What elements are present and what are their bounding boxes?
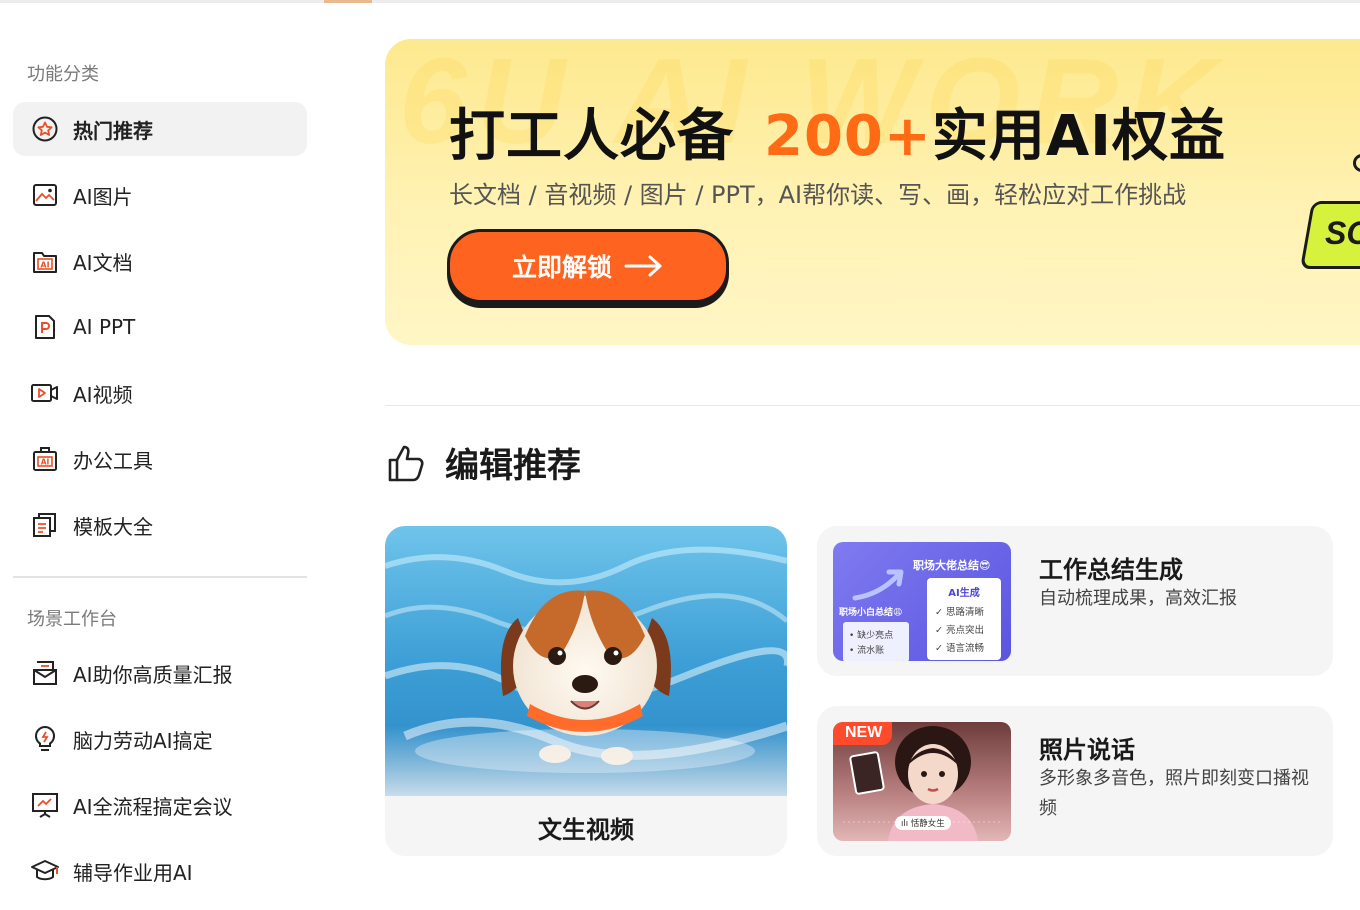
image-icon xyxy=(30,180,60,210)
thumb-small-heading: 职场小白总结😩 xyxy=(839,608,903,618)
banner-subtitle: 长文档 / 音视频 / 图片 / PPT，AI帮你读、写、画，轻松应对工作挑战 xyxy=(449,181,1187,209)
template-icon xyxy=(30,510,60,540)
sidebar-item-label: AI视频 xyxy=(73,382,133,407)
presentation-board-icon xyxy=(30,790,60,820)
work-summary-card[interactable]: 职场大佬总结😎 AI生成 ✓ 思路清晰 ✓ 亮点突出 ✓ 语言流畅 职场小白总结… xyxy=(817,526,1333,676)
sidebar-item-scene-brainwork[interactable]: 脑力劳动AI搞定 xyxy=(13,712,307,766)
video-icon xyxy=(30,378,60,408)
sidebar-item-ai-image[interactable]: AI图片 xyxy=(13,168,307,222)
section-divider xyxy=(385,405,1360,406)
thumb-ai-label: AI生成 xyxy=(948,588,980,599)
sidebar-item-hot[interactable]: 热门推荐 xyxy=(13,102,307,156)
sidebar-item-scene-homework[interactable]: 辅导作业用AI xyxy=(13,844,307,898)
sidebar-item-label: AI文档 xyxy=(73,250,133,275)
sidebar-item-label: 脑力劳动AI搞定 xyxy=(73,728,213,753)
sidebar-section-title-features: 功能分类 xyxy=(27,64,99,85)
banner-title-highlight: 200+ xyxy=(764,104,932,169)
banner-decoration-text: SO xyxy=(1325,215,1360,251)
svg-text:AI: AI xyxy=(41,458,50,467)
thumb-small-panel: • 缺少亮点 • 流水账 xyxy=(843,622,909,661)
photo-talk-desc: 多形象多音色，照片即刻变口播视频 xyxy=(1039,768,1309,819)
voice-label-pill: ılı 恬静女生 xyxy=(895,816,951,830)
graduation-cap-icon xyxy=(30,856,60,886)
work-summary-title: 工作总结生成 xyxy=(1039,556,1183,584)
report-icon xyxy=(30,658,60,688)
growth-arrow-icon xyxy=(852,569,904,601)
thumb-ai-panel: AI生成 ✓ 思路清晰 ✓ 亮点突出 ✓ 语言流畅 xyxy=(927,578,1001,660)
sidebar-item-label: AI PPT xyxy=(73,315,136,339)
sidebar-item-ai-document[interactable]: AI AI文档 xyxy=(13,234,307,288)
image-fade xyxy=(385,726,787,816)
ppt-icon xyxy=(30,312,60,342)
work-summary-thumbnail: 职场大佬总结😎 AI生成 ✓ 思路清晰 ✓ 亮点突出 ✓ 语言流畅 职场小白总结… xyxy=(833,542,1011,661)
sidebar-item-scene-report[interactable]: AI助你高质量汇报 xyxy=(13,646,307,700)
sidebar-item-templates[interactable]: 模板大全 xyxy=(13,498,307,552)
banner-title-suffix: 实用AI权益 xyxy=(931,104,1227,169)
photo-talk-thumbnail: NEW ılı 恬静女生 xyxy=(833,722,1011,841)
thumb-small-item: • 流水账 xyxy=(849,646,885,656)
unlock-button-label: 立即解锁 xyxy=(511,253,612,282)
sidebar-item-label: AI全流程搞定会议 xyxy=(73,794,233,819)
thumb-small-item: • 缺少亮点 xyxy=(849,631,894,641)
sidebar: 功能分类 热门推荐 AI图片 AI AI文档 AI PPT AI视频 AI 办公… xyxy=(0,0,320,910)
sidebar-item-office-tools[interactable]: AI 办公工具 xyxy=(13,432,307,486)
thumb-heading: 职场大佬总结😎 xyxy=(913,559,991,572)
ai-toolbox-icon: AI xyxy=(30,444,60,474)
work-summary-desc: 自动梳理成果，高效汇报 xyxy=(1039,588,1237,609)
unlock-button[interactable]: 立即解锁 xyxy=(447,229,729,303)
thumb-ai-item: ✓ 思路清晰 xyxy=(935,607,984,618)
sidebar-item-label: AI助你高质量汇报 xyxy=(73,662,233,687)
star-badge-icon xyxy=(30,114,60,144)
svg-text:AI: AI xyxy=(40,261,49,270)
banner-title-prefix: 打工人必备 xyxy=(449,104,734,169)
sidebar-item-ai-video[interactable]: AI视频 xyxy=(13,366,307,420)
sidebar-item-label: 辅导作业用AI xyxy=(73,860,193,885)
ai-document-icon: AI xyxy=(30,246,60,276)
sidebar-section-title-scenes: 场景工作台 xyxy=(27,609,117,630)
sidebar-item-label: 热门推荐 xyxy=(73,118,153,143)
sidebar-divider xyxy=(13,576,307,578)
text-to-video-caption: 文生视频 xyxy=(538,816,634,844)
sidebar-item-scene-meeting[interactable]: AI全流程搞定会议 xyxy=(13,778,307,832)
sidebar-item-label: 办公工具 xyxy=(73,448,153,473)
sidebar-item-label: 模板大全 xyxy=(73,514,153,539)
photo-talk-title: 照片说话 xyxy=(1039,736,1135,764)
new-badge: NEW xyxy=(833,722,893,745)
promo-banner[interactable]: 6U AI WORK 打工人必备 200+实用AI权益 长文档 / 音视频 / 图… xyxy=(385,39,1360,345)
editor-picks-title: 编辑推荐 xyxy=(445,446,581,486)
thumb-ai-item: ✓ 亮点突出 xyxy=(935,625,984,636)
thumbs-up-icon xyxy=(388,445,424,481)
lightbulb-icon xyxy=(30,724,60,754)
sidebar-item-ai-ppt[interactable]: AI PPT xyxy=(13,300,307,354)
banner-title: 打工人必备 200+实用AI权益 xyxy=(449,91,1226,172)
thumb-ai-item: ✓ 语言流畅 xyxy=(935,643,984,654)
active-tab-indicator xyxy=(324,0,372,3)
arrow-right-icon xyxy=(624,255,662,277)
photo-talk-card[interactable]: NEW ılı 恬静女生 照片说话 多形象多音色，照片即刻变口播视频 xyxy=(817,706,1333,856)
voice-label: 恬静女生 xyxy=(910,819,945,829)
text-to-video-card[interactable]: 文生视频 xyxy=(385,526,787,856)
sidebar-item-label: AI图片 xyxy=(73,184,133,209)
editor-picks-header: 编辑推荐 xyxy=(387,438,581,487)
banner-decoration-ring xyxy=(1353,154,1360,172)
